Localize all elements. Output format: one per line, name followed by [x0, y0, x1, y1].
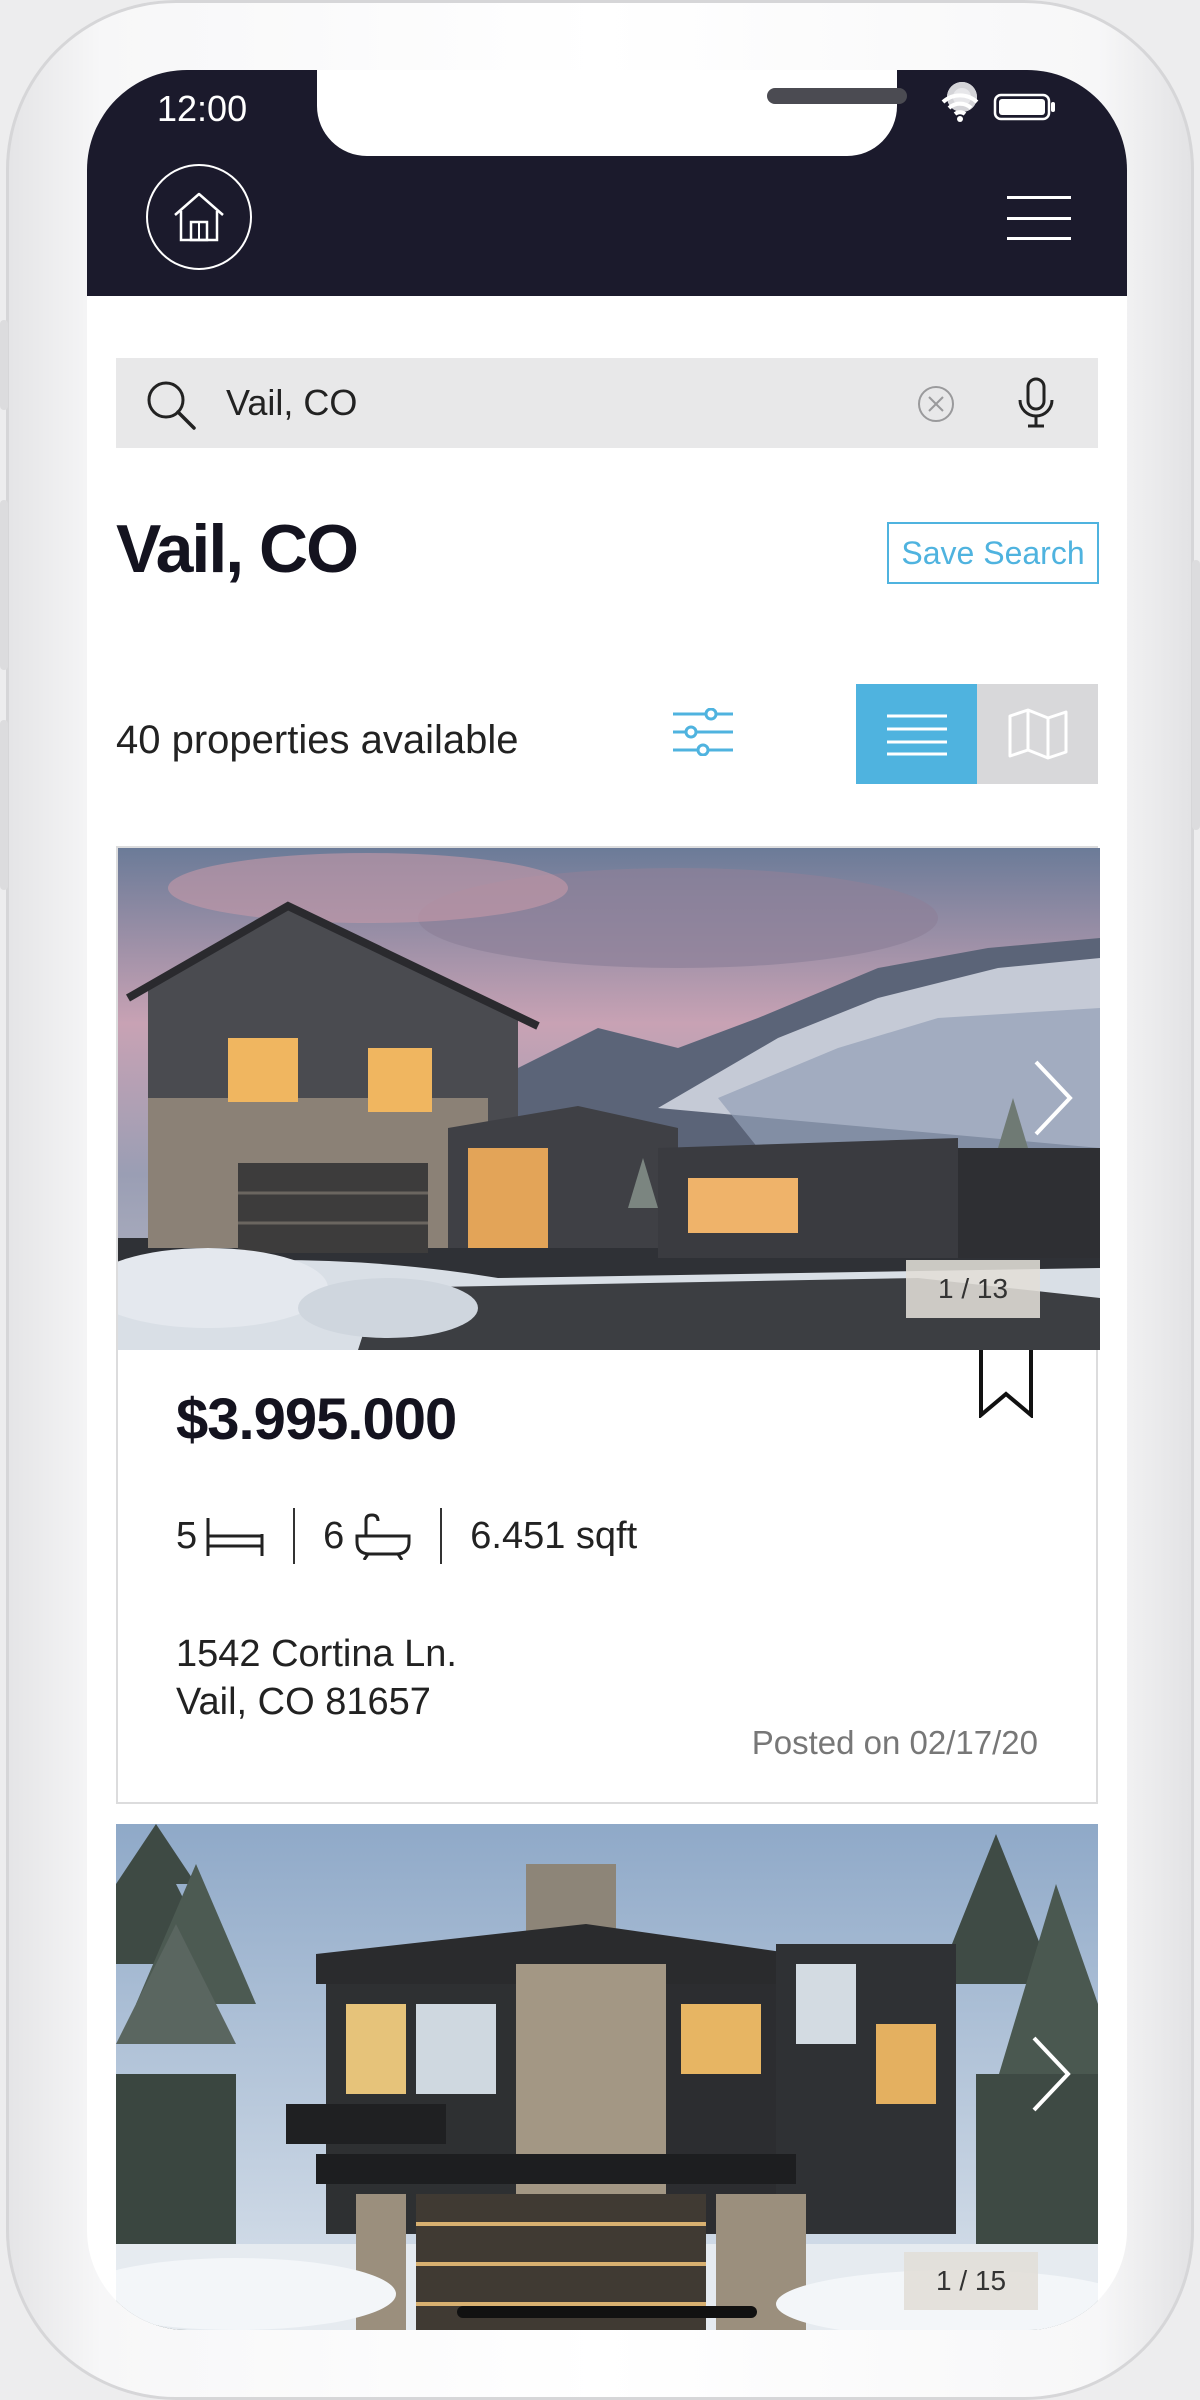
map-icon — [1008, 708, 1067, 760]
notch — [317, 70, 977, 156]
bookmark-icon[interactable] — [978, 1350, 1034, 1418]
house-icon — [174, 192, 224, 242]
map-view-button[interactable] — [977, 684, 1098, 784]
status-icons — [941, 92, 1057, 122]
clear-search-icon[interactable] — [916, 384, 956, 424]
listing-price: $3.995.000 — [176, 1387, 457, 1452]
app-header: 12:00 — [87, 70, 1127, 296]
results-count: 40 properties available — [116, 718, 519, 762]
photo-counter: 1 / 13 — [906, 1260, 1040, 1318]
list-view-button[interactable] — [856, 684, 977, 784]
menu-line — [1007, 196, 1071, 199]
screen: 12:00 Vail, CO Vail, CO Save Search 40 p… — [87, 70, 1127, 2330]
volume-down-button — [0, 720, 8, 890]
address-line-2: Vail, CO 81657 — [176, 1681, 431, 1723]
home-button[interactable] — [146, 164, 252, 270]
listing-photo[interactable]: 1 / 13 — [118, 848, 1100, 1350]
area-value: 6.451 sqft — [470, 1514, 638, 1557]
bathtub-icon — [355, 1513, 411, 1560]
home-indicator — [457, 2306, 757, 2318]
posted-date: Posted on 02/17/20 — [751, 1724, 1038, 1761]
save-search-button[interactable]: Save Search — [887, 522, 1099, 584]
search-input[interactable] — [226, 376, 906, 430]
view-toggle — [856, 684, 1098, 784]
listing-card[interactable]: 1 / 13 $3.995.000 5 6 6.451 sqft 1542 Co… — [116, 846, 1100, 1804]
phone-frame: 12:00 Vail, CO Vail, CO Save Search 40 p… — [0, 0, 1200, 2400]
mute-switch — [0, 320, 8, 410]
search-bar — [116, 358, 1098, 448]
listing-card[interactable]: 1 / 15 — [116, 1824, 1098, 2330]
baths-count: 6 — [323, 1514, 345, 1557]
search-icon — [147, 381, 196, 430]
bed-icon — [206, 1518, 264, 1556]
address-line-1: 1542 Cortina Ln. — [176, 1633, 457, 1675]
list-icon — [886, 714, 947, 756]
listing-specs: 5 6 6.451 sqft — [176, 1508, 637, 1564]
listing-photo[interactable]: 1 / 15 — [116, 1824, 1098, 2330]
menu-line — [1007, 237, 1071, 240]
status-time: 12:00 — [157, 88, 248, 129]
divider — [440, 1508, 443, 1564]
divider — [293, 1508, 296, 1564]
hamburger-menu-button[interactable] — [1007, 196, 1071, 240]
battery-icon — [993, 93, 1055, 121]
photo-counter: 1 / 15 — [904, 2252, 1038, 2310]
menu-line — [1007, 216, 1071, 220]
speaker — [767, 88, 907, 104]
wifi-icon — [941, 93, 979, 122]
page-title: Vail, CO — [116, 511, 359, 587]
next-photo-icon[interactable] — [1030, 2034, 1072, 2114]
volume-up-button — [0, 500, 8, 670]
beds-count: 5 — [176, 1514, 198, 1557]
next-photo-icon[interactable] — [1032, 1058, 1074, 1138]
filter-sliders-icon[interactable] — [671, 708, 735, 756]
microphone-icon[interactable] — [1016, 376, 1056, 430]
listing-address: 1542 Cortina Ln. Vail, CO 81657 — [176, 1630, 457, 1726]
power-button — [1192, 560, 1200, 830]
